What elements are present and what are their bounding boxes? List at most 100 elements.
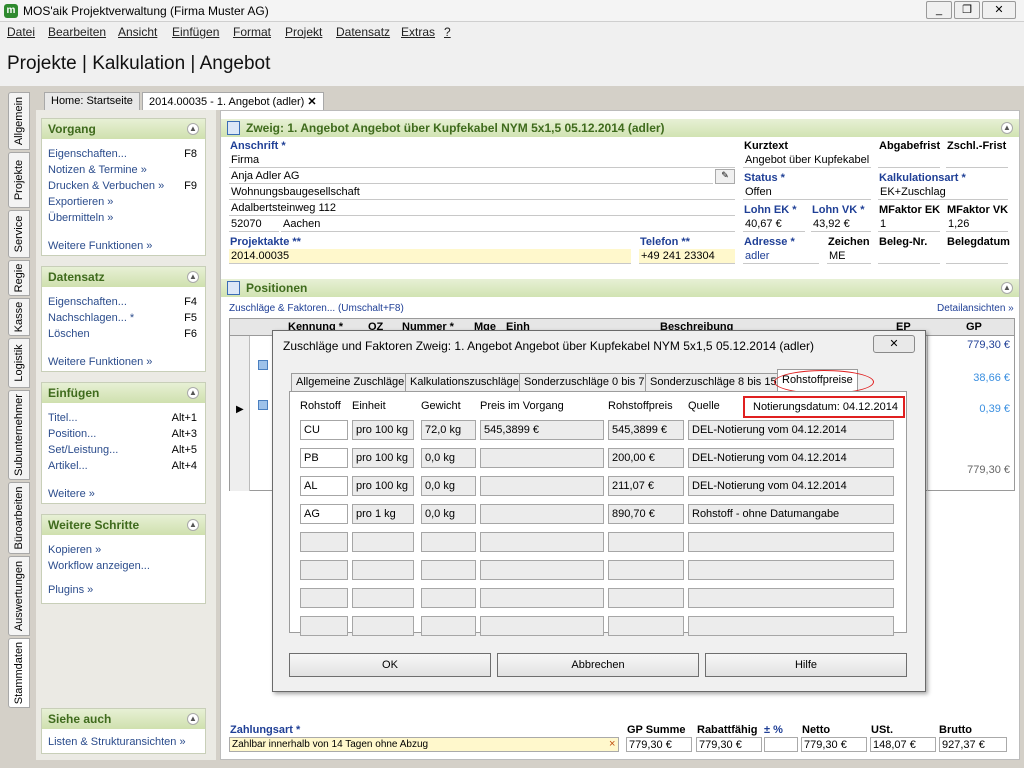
rohstoffpreis-cell[interactable] (608, 532, 684, 552)
einheit-cell[interactable] (352, 560, 414, 580)
ort-field[interactable]: Aachen (281, 217, 735, 232)
kurztext-field[interactable]: Angebot über Kupfekabel I (743, 153, 871, 168)
collapse-icon[interactable]: ▲ (187, 713, 199, 725)
menu-ansicht[interactable]: Ansicht (118, 25, 157, 39)
gewicht-cell[interactable]: 0,0 kg (421, 448, 476, 468)
zschl-frist-field[interactable] (946, 153, 1008, 168)
action-plugins[interactable]: Plugins » (42, 583, 205, 599)
status-field[interactable]: Offen (743, 185, 871, 200)
preis-im-vorgang-cell[interactable] (480, 588, 604, 608)
plz-field[interactable]: 52070 (229, 217, 279, 232)
maximize-button[interactable]: ❐ (954, 1, 980, 19)
dialog-close-button[interactable]: ✕ (873, 335, 915, 353)
menu-projekt[interactable]: Projekt (285, 25, 322, 39)
collapse-icon[interactable]: ▲ (1001, 282, 1013, 294)
action-position[interactable]: Position... Alt+3 (42, 427, 205, 443)
menu-datei[interactable]: Datei (7, 25, 35, 39)
side-tab-auswertungen[interactable]: Auswertungen (8, 556, 30, 636)
action-listen[interactable]: Listen & Strukturansichten » (42, 735, 205, 751)
rohstoff-cell[interactable]: AG (300, 504, 348, 524)
side-tab-regie[interactable]: Regie (8, 260, 30, 296)
quelle-cell[interactable]: Rohstoff - ohne Datumangabe (688, 504, 894, 524)
ust-field[interactable]: 148,07 € (870, 737, 936, 752)
side-tab-subunternehmer[interactable]: Subunternehmer (8, 390, 30, 480)
mfaktor-vk-field[interactable]: 1,26 (946, 217, 1008, 232)
belegdatum-field[interactable] (946, 249, 1008, 264)
anschrift-line-2[interactable]: Anja Adler AG (229, 169, 713, 184)
side-tab-stammdaten[interactable]: Stammdaten (8, 638, 30, 708)
action-titel[interactable]: Titel... Alt+1 (42, 411, 205, 427)
menu-bearbeiten[interactable]: Bearbeiten (48, 25, 106, 39)
action-nachschlagen[interactable]: Nachschlagen... * F5 (42, 311, 205, 327)
quelle-cell[interactable] (688, 532, 894, 552)
action-workflow[interactable]: Workflow anzeigen... (42, 559, 205, 575)
side-tab-allgemein[interactable]: Allgemein (8, 92, 30, 150)
tab-sonderzuschlaege-0-7[interactable]: Sonderzuschläge 0 bis 7 (519, 373, 650, 391)
belegnr-field[interactable] (878, 249, 940, 264)
collapse-icon[interactable]: ▲ (1001, 122, 1013, 134)
gewicht-cell[interactable] (421, 532, 476, 552)
rohstoffpreis-cell[interactable]: 890,70 € (608, 504, 684, 524)
rohstoffpreis-cell[interactable]: 200,00 € (608, 448, 684, 468)
ok-button[interactable]: OK (289, 653, 491, 677)
anschrift-line-4[interactable]: Adalbertsteinweg 112 (229, 201, 735, 216)
einheit-cell[interactable]: pro 100 kg (352, 476, 414, 496)
minimize-button[interactable]: _ (926, 1, 952, 19)
rohstoffpreis-cell[interactable] (608, 588, 684, 608)
netto-field[interactable]: 779,30 € (801, 737, 867, 752)
einheit-cell[interactable] (352, 616, 414, 636)
tab-angebot[interactable]: 2014.00035 - 1. Angebot (adler) ✕ (142, 92, 324, 110)
brutto-field[interactable]: 927,37 € (939, 737, 1007, 752)
einheit-cell[interactable]: pro 1 kg (352, 504, 414, 524)
quelle-cell[interactable]: DEL-Notierung vom 04.12.2014 (688, 420, 894, 440)
group-header[interactable]: Vorgang ▲ (42, 119, 205, 139)
rohstoffpreis-cell[interactable]: 211,07 € (608, 476, 684, 496)
gp-summe-field[interactable]: 779,30 € (626, 737, 692, 752)
collapse-icon[interactable]: ▲ (187, 123, 199, 135)
telefon-field[interactable]: +49 241 23304 (639, 249, 735, 264)
menu-datensatz[interactable]: Datensatz (336, 25, 390, 39)
side-tab-projekte[interactable]: Projekte (8, 152, 30, 208)
anschrift-line-1[interactable]: Firma (229, 153, 735, 168)
clear-icon[interactable]: × (609, 738, 615, 750)
abgabefrist-field[interactable] (878, 153, 940, 168)
quelle-cell[interactable]: DEL-Notierung vom 04.12.2014 (688, 448, 894, 468)
zahlungsart-field[interactable]: Zahlbar innerhalb von 14 Tagen ohne Abzu… (229, 737, 619, 752)
tab-close-icon[interactable]: ✕ (307, 96, 316, 108)
tab-sonderzuschlaege-8-15[interactable]: Sonderzuschläge 8 bis 15 (645, 373, 782, 391)
rohstoff-cell[interactable] (300, 588, 348, 608)
tab-kalkulationszuschlaege[interactable]: Kalkulationszuschläge (405, 373, 524, 391)
quelle-cell[interactable] (688, 616, 894, 636)
tab-rohstoffpreise[interactable]: Rohstoffpreise (774, 369, 874, 394)
rabattfaehig-field[interactable]: 779,30 € (696, 737, 762, 752)
side-tab-kasse[interactable]: Kasse (8, 298, 30, 336)
einheit-cell[interactable] (352, 532, 414, 552)
lohn-ek-field[interactable]: 40,67 € (743, 217, 805, 232)
action-more[interactable]: Weitere » (42, 487, 205, 503)
action-kopieren[interactable]: Kopieren » (42, 543, 205, 559)
action-loeschen[interactable]: Löschen F6 (42, 327, 205, 343)
gewicht-cell[interactable] (421, 616, 476, 636)
gewicht-cell[interactable] (421, 588, 476, 608)
action-more[interactable]: Weitere Funktionen » (42, 239, 205, 255)
col-gp[interactable]: GP (966, 321, 982, 333)
cancel-button[interactable]: Abbrechen (497, 653, 699, 677)
collapse-icon[interactable]: ▲ (187, 519, 199, 531)
preis-im-vorgang-cell[interactable]: 545,3899 € (480, 420, 604, 440)
rohstoff-cell[interactable]: AL (300, 476, 348, 496)
quelle-cell[interactable] (688, 560, 894, 580)
action-drucken[interactable]: Drucken & Verbuchen » F9 (42, 179, 205, 195)
gewicht-cell[interactable]: 0,0 kg (421, 504, 476, 524)
close-window-button[interactable]: ✕ (982, 1, 1016, 19)
group-header[interactable]: Siehe auch ▲ (42, 709, 205, 729)
zeichen-field[interactable]: ME (827, 249, 871, 264)
group-header[interactable]: Datensatz ▲ (42, 267, 205, 287)
preis-im-vorgang-cell[interactable] (480, 532, 604, 552)
lohn-vk-field[interactable]: 43,92 € (811, 217, 871, 232)
menu-help[interactable]: ? (444, 25, 451, 39)
adresse-field[interactable]: adler (743, 249, 819, 264)
menu-einfuegen[interactable]: Einfügen (172, 25, 219, 39)
einheit-cell[interactable]: pro 100 kg (352, 448, 414, 468)
rohstoff-cell[interactable]: CU (300, 420, 348, 440)
action-exportieren[interactable]: Exportieren » (42, 195, 205, 211)
